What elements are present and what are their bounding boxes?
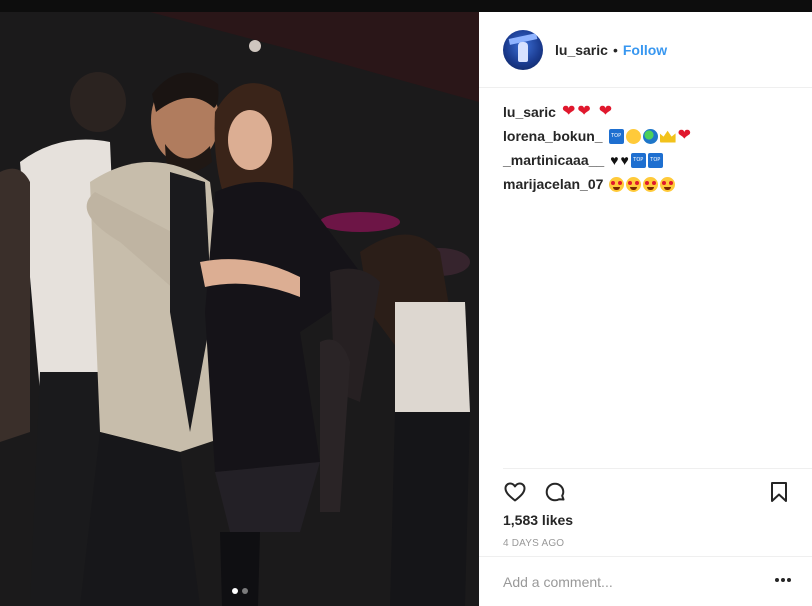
- comment-username[interactable]: _martinicaaa__: [503, 152, 604, 168]
- photo-scene: [0, 12, 479, 606]
- add-comment-section: [479, 556, 812, 606]
- top-sign-icon: TOP: [647, 152, 663, 168]
- crown-icon: [659, 130, 676, 143]
- carousel-indicator: [0, 588, 479, 594]
- speech-bubble-icon: [545, 482, 565, 502]
- save-button[interactable]: [767, 480, 791, 504]
- red-heart-icon: ❤: [677, 127, 691, 144]
- post-author-username[interactable]: lu_saric: [555, 42, 608, 58]
- post-timestamp[interactable]: 4 DAYS AGO: [503, 538, 564, 549]
- more-options-icon[interactable]: [775, 577, 791, 583]
- comment-input[interactable]: [503, 572, 753, 592]
- comment-item: _martinicaaa__ ♥ ♥ TOP TOP: [503, 148, 793, 172]
- black-heart-icon: ♥: [620, 152, 629, 168]
- comment-username[interactable]: lorena_bokun_: [503, 128, 603, 144]
- globe-icon: [642, 128, 658, 144]
- actions-divider: [503, 468, 812, 469]
- top-sign-icon: TOP: [608, 128, 624, 144]
- comment-button[interactable]: [543, 480, 567, 504]
- comment-username[interactable]: lu_saric: [503, 104, 556, 120]
- like-button[interactable]: [503, 480, 527, 504]
- post-sidebar: lu_saric • Follow lu_saric ❤ ❤ ❤ lorena_…: [479, 12, 812, 606]
- comment-item: marijacelan_07: [503, 172, 793, 196]
- heart-outline-icon: [504, 482, 526, 502]
- top-strip: [0, 0, 812, 12]
- bookmark-icon: [771, 482, 787, 502]
- red-heart-icon: ❤: [598, 103, 613, 120]
- top-sign-icon: TOP: [630, 152, 646, 168]
- action-bar: [503, 480, 793, 504]
- post-photo[interactable]: [0, 12, 479, 606]
- black-heart-icon: ♥: [610, 152, 619, 168]
- red-heart-icon: ❤: [577, 103, 591, 120]
- comment-list: lu_saric ❤ ❤ ❤ lorena_bokun_ TOP ❤ _mart…: [503, 100, 793, 196]
- winking-face-icon: [625, 128, 641, 144]
- follow-button[interactable]: Follow: [623, 42, 667, 58]
- heart-eyes-face-icon: [643, 176, 659, 192]
- header-separator: •: [612, 41, 618, 58]
- carousel-dot-2[interactable]: [241, 588, 248, 594]
- comment-item: lorena_bokun_ TOP ❤: [503, 124, 793, 148]
- comment-item: lu_saric ❤ ❤ ❤: [503, 100, 793, 124]
- red-heart-icon: ❤: [561, 103, 576, 120]
- heart-eyes-face-icon: [609, 176, 625, 192]
- heart-eyes-face-icon: [626, 176, 642, 192]
- comment-username[interactable]: marijacelan_07: [503, 176, 603, 192]
- heart-eyes-face-icon: [660, 176, 676, 192]
- post-header: lu_saric • Follow: [479, 12, 812, 88]
- carousel-dot-1[interactable]: [231, 588, 238, 594]
- like-count[interactable]: 1,583 likes: [503, 512, 573, 528]
- avatar[interactable]: [503, 29, 543, 70]
